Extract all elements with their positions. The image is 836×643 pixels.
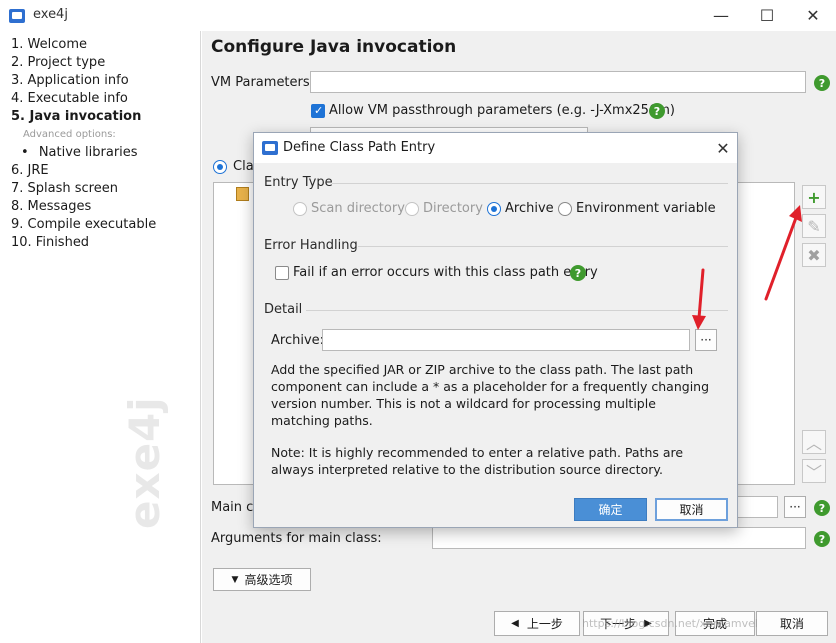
red-arrow-to-add-button [764, 205, 802, 301]
annotation-overlay [692, 205, 802, 330]
red-arrow-to-browse-button [692, 268, 706, 330]
